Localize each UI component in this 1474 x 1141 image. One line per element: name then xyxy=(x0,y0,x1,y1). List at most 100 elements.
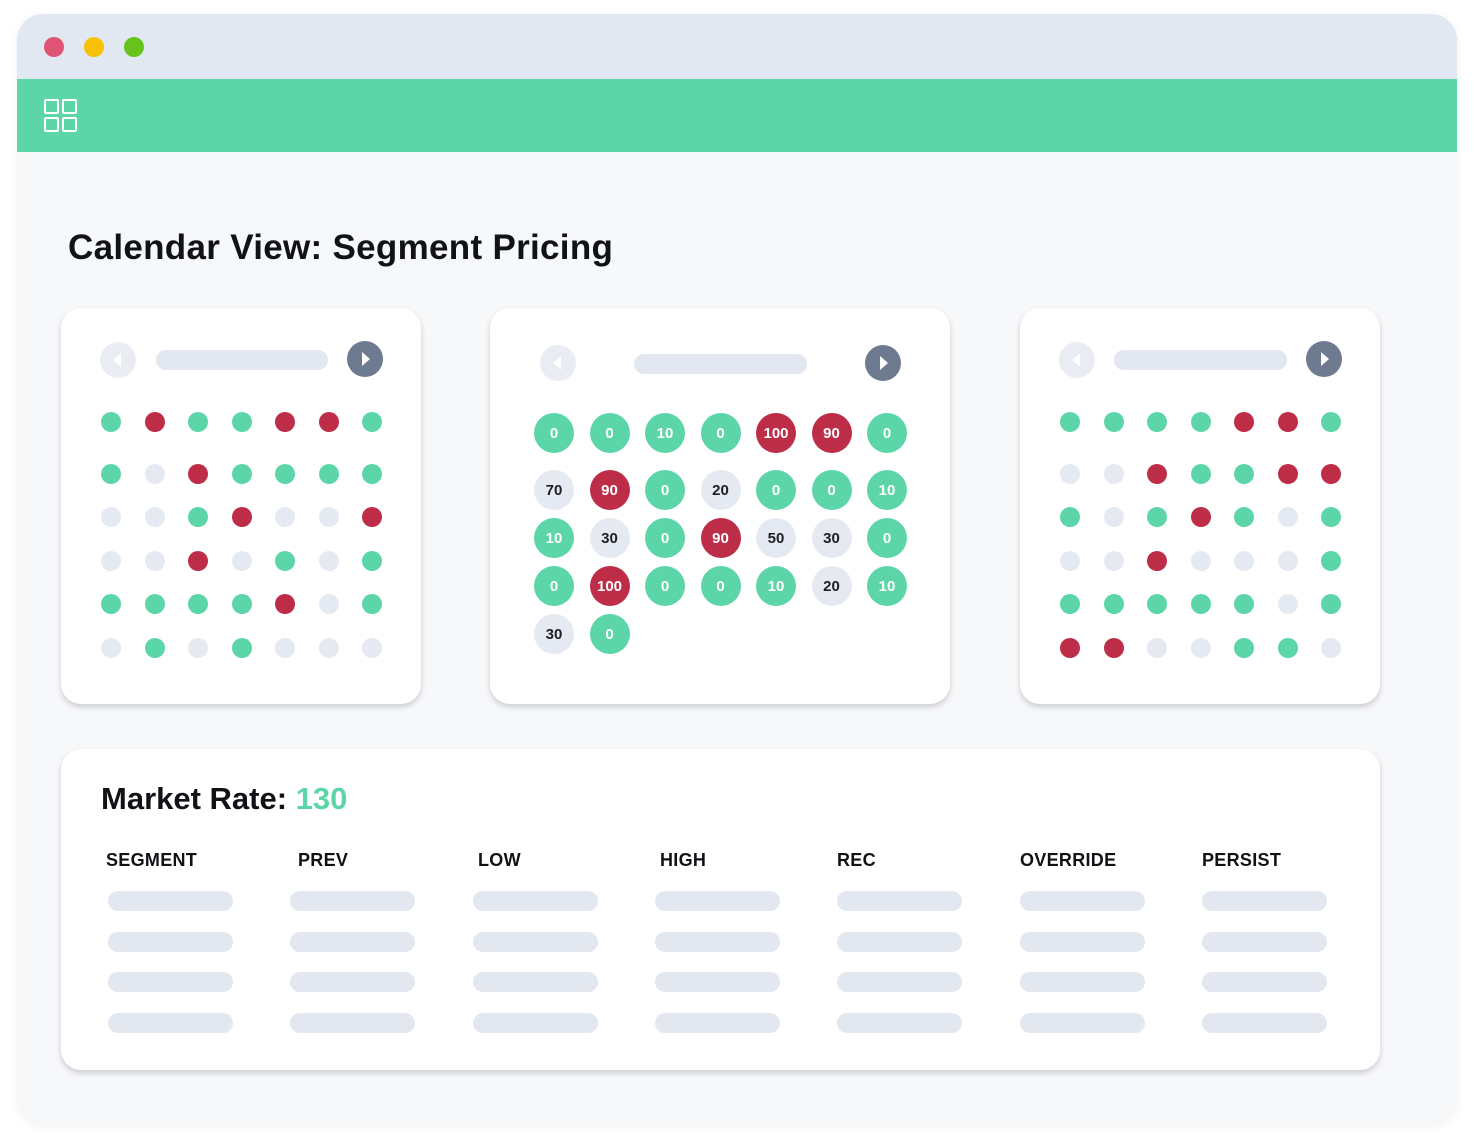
calendar-day-dot[interactable] xyxy=(144,507,165,527)
calendar-day-dot[interactable] xyxy=(1060,551,1080,571)
calendar-day-dot[interactable] xyxy=(231,551,252,571)
calendar-day-dot[interactable] xyxy=(1147,412,1167,432)
calendar-day-price[interactable]: 20 xyxy=(811,566,852,606)
next-month-button[interactable] xyxy=(347,341,383,377)
next-month-button[interactable] xyxy=(1306,341,1342,377)
calendar-day-price[interactable]: 100 xyxy=(589,566,630,606)
calendar-day-dot[interactable] xyxy=(144,638,165,658)
calendar-day-dot[interactable] xyxy=(1321,594,1341,614)
calendar-day-dot[interactable] xyxy=(1277,464,1298,484)
calendar-day-dot[interactable] xyxy=(101,551,121,571)
calendar-day-dot[interactable] xyxy=(1277,638,1298,658)
calendar-day-dot[interactable] xyxy=(188,594,208,614)
calendar-day-dot[interactable] xyxy=(362,464,382,484)
calendar-day-dot[interactable] xyxy=(275,638,295,658)
calendar-day-dot[interactable] xyxy=(275,551,295,571)
calendar-day-dot[interactable] xyxy=(1103,638,1124,658)
calendar-day-dot[interactable] xyxy=(1234,412,1254,432)
maximize-window-button[interactable] xyxy=(124,37,144,57)
calendar-day-dot[interactable] xyxy=(1277,594,1298,614)
calendar-day-price[interactable]: 0 xyxy=(867,413,907,453)
calendar-day-dot[interactable] xyxy=(144,464,165,484)
calendar-day-price[interactable]: 0 xyxy=(589,413,630,453)
calendar-day-dot[interactable] xyxy=(318,412,339,432)
calendar-day-dot[interactable] xyxy=(1190,464,1211,484)
calendar-day-dot[interactable] xyxy=(188,464,208,484)
calendar-day-dot[interactable] xyxy=(362,551,382,571)
calendar-day-dot[interactable] xyxy=(1147,638,1167,658)
calendar-day-price[interactable]: 0 xyxy=(700,413,741,453)
calendar-day-dot[interactable] xyxy=(1190,507,1211,527)
calendar-day-dot[interactable] xyxy=(318,594,339,614)
calendar-day-dot[interactable] xyxy=(1190,412,1211,432)
calendar-day-dot[interactable] xyxy=(101,507,121,527)
calendar-day-dot[interactable] xyxy=(1147,594,1167,614)
calendar-day-dot[interactable] xyxy=(1060,464,1080,484)
calendar-day-dot[interactable] xyxy=(1147,464,1167,484)
calendar-day-dot[interactable] xyxy=(1190,638,1211,658)
calendar-day-dot[interactable] xyxy=(362,638,382,658)
calendar-day-dot[interactable] xyxy=(188,412,208,432)
calendar-day-dot[interactable] xyxy=(144,551,165,571)
calendar-day-dot[interactable] xyxy=(1103,551,1124,571)
calendar-day-dot[interactable] xyxy=(362,507,382,527)
next-month-button[interactable] xyxy=(865,345,901,381)
grid-icon[interactable] xyxy=(44,99,78,133)
calendar-day-price[interactable]: 10 xyxy=(534,518,574,558)
close-window-button[interactable] xyxy=(44,37,64,57)
calendar-day-dot[interactable] xyxy=(1103,507,1124,527)
calendar-day-dot[interactable] xyxy=(188,507,208,527)
calendar-day-dot[interactable] xyxy=(1060,412,1080,432)
calendar-day-price[interactable]: 30 xyxy=(811,518,852,558)
calendar-day-dot[interactable] xyxy=(1190,594,1211,614)
calendar-day-dot[interactable] xyxy=(1147,507,1167,527)
calendar-day-price[interactable]: 10 xyxy=(645,413,685,453)
calendar-day-dot[interactable] xyxy=(1234,594,1254,614)
prev-month-button[interactable] xyxy=(540,345,576,381)
calendar-day-dot[interactable] xyxy=(1234,638,1254,658)
minimize-window-button[interactable] xyxy=(84,37,104,57)
calendar-day-price[interactable]: 10 xyxy=(867,470,907,510)
calendar-day-dot[interactable] xyxy=(1103,594,1124,614)
calendar-day-dot[interactable] xyxy=(101,412,121,432)
calendar-day-price[interactable]: 20 xyxy=(700,470,741,510)
calendar-day-price[interactable]: 50 xyxy=(756,518,796,558)
calendar-day-dot[interactable] xyxy=(362,594,382,614)
calendar-day-dot[interactable] xyxy=(318,507,339,527)
prev-month-button[interactable] xyxy=(1059,342,1095,378)
calendar-day-dot[interactable] xyxy=(231,412,252,432)
calendar-day-price[interactable]: 0 xyxy=(534,566,574,606)
calendar-day-price[interactable]: 10 xyxy=(867,566,907,606)
calendar-day-dot[interactable] xyxy=(231,594,252,614)
calendar-day-dot[interactable] xyxy=(1234,464,1254,484)
calendar-day-dot[interactable] xyxy=(1277,507,1298,527)
calendar-day-dot[interactable] xyxy=(101,638,121,658)
calendar-day-price[interactable]: 0 xyxy=(700,566,741,606)
calendar-day-price[interactable]: 0 xyxy=(811,470,852,510)
calendar-day-dot[interactable] xyxy=(362,412,382,432)
calendar-day-dot[interactable] xyxy=(1103,412,1124,432)
calendar-day-dot[interactable] xyxy=(144,594,165,614)
calendar-day-dot[interactable] xyxy=(188,551,208,571)
calendar-day-price[interactable]: 0 xyxy=(645,518,685,558)
calendar-day-dot[interactable] xyxy=(101,464,121,484)
calendar-day-price[interactable]: 100 xyxy=(756,413,796,453)
calendar-day-dot[interactable] xyxy=(231,638,252,658)
calendar-day-dot[interactable] xyxy=(1103,464,1124,484)
calendar-day-dot[interactable] xyxy=(1277,412,1298,432)
calendar-day-price[interactable]: 0 xyxy=(645,566,685,606)
calendar-day-dot[interactable] xyxy=(1234,551,1254,571)
calendar-day-dot[interactable] xyxy=(1060,507,1080,527)
calendar-day-dot[interactable] xyxy=(275,412,295,432)
calendar-day-dot[interactable] xyxy=(1060,638,1080,658)
calendar-day-dot[interactable] xyxy=(318,464,339,484)
calendar-day-dot[interactable] xyxy=(188,638,208,658)
calendar-day-dot[interactable] xyxy=(1321,464,1341,484)
calendar-day-price[interactable]: 90 xyxy=(589,470,630,510)
calendar-day-price[interactable]: 0 xyxy=(534,413,574,453)
calendar-day-dot[interactable] xyxy=(1321,638,1341,658)
calendar-day-dot[interactable] xyxy=(318,551,339,571)
calendar-day-price[interactable]: 30 xyxy=(589,518,630,558)
calendar-day-dot[interactable] xyxy=(144,412,165,432)
calendar-day-dot[interactable] xyxy=(318,638,339,658)
